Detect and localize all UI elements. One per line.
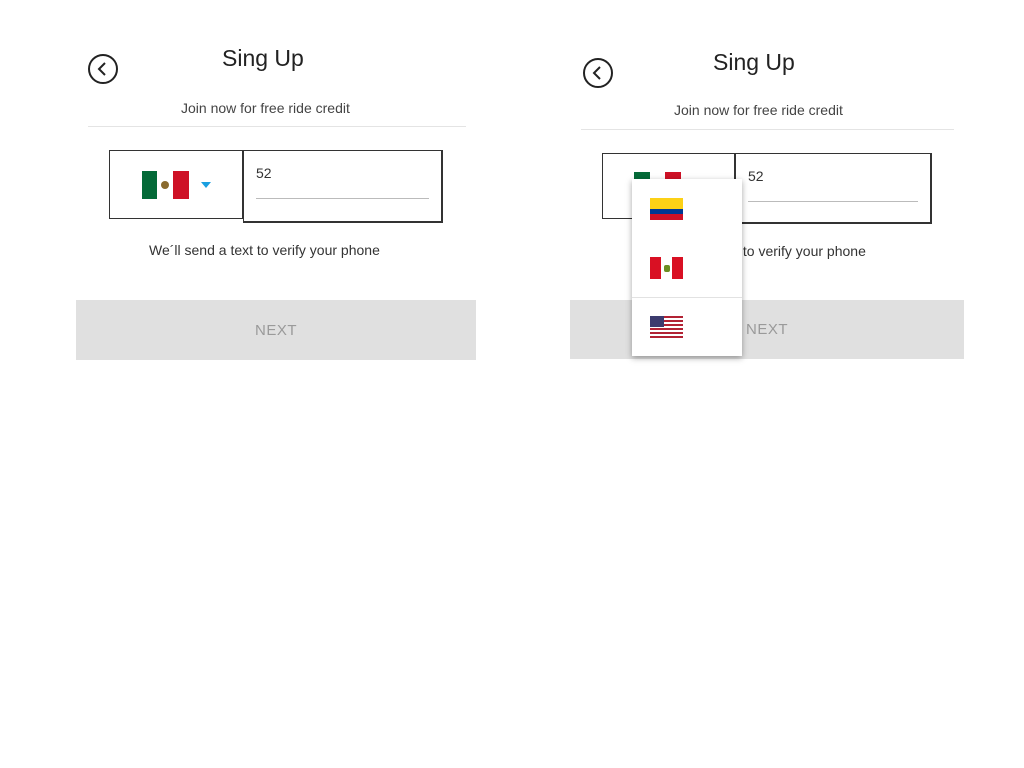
mexico-flag-icon [141, 170, 189, 199]
signup-screen-dropdown-open: Sing Up Join now for free ride credit We… [553, 0, 993, 400]
page-title: Sing Up [713, 49, 795, 75]
colombia-flag-icon [650, 197, 683, 220]
country-option-colombia[interactable] [632, 179, 742, 238]
next-button[interactable]: NEXT [76, 300, 476, 360]
chevron-left-icon [592, 66, 601, 80]
divider [88, 126, 466, 127]
page-subtitle: Join now for free ride credit [181, 100, 350, 116]
country-option-peru[interactable] [632, 238, 742, 297]
next-button[interactable]: NEXT [570, 300, 964, 359]
page-title: Sing Up [222, 45, 304, 71]
caret-down-icon [200, 181, 211, 188]
page-subtitle: Join now for free ride credit [674, 102, 843, 118]
phone-field [243, 150, 443, 223]
peru-flag-icon [650, 256, 683, 279]
chevron-left-icon [97, 62, 106, 76]
helper-text: We´ll send a text to verify your phone [149, 242, 380, 258]
divider [581, 129, 954, 130]
phone-input[interactable] [256, 161, 429, 199]
country-selector[interactable] [109, 150, 243, 219]
back-button[interactable] [583, 58, 613, 88]
usa-flag-icon [650, 316, 683, 338]
phone-field [735, 153, 932, 224]
phone-input[interactable] [748, 164, 918, 202]
signup-screen: Sing Up Join now for free ride credit We… [60, 0, 500, 400]
back-button[interactable] [88, 54, 118, 84]
country-option-usa[interactable] [632, 297, 742, 356]
country-dropdown [632, 179, 742, 356]
